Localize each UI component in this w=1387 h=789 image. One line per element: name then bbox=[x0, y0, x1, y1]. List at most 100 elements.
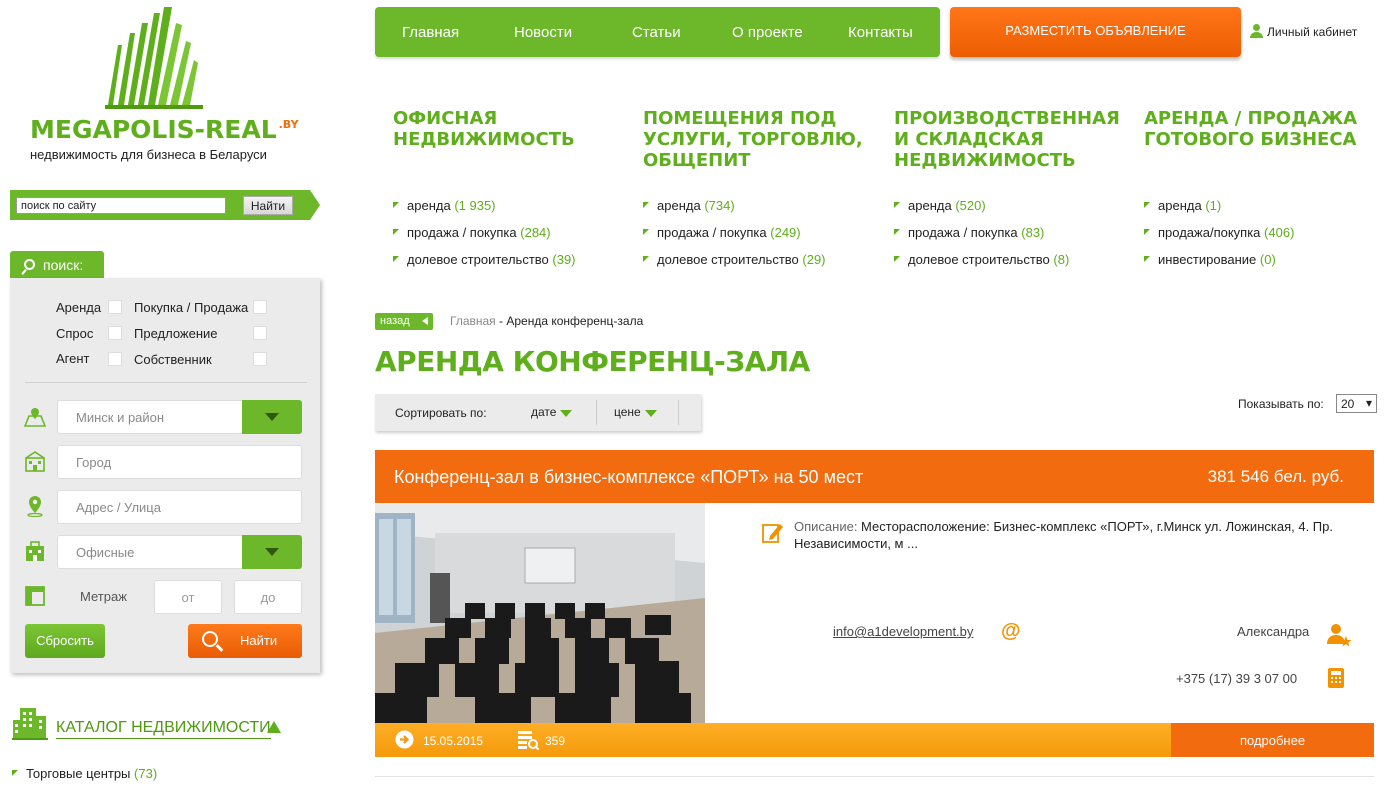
area-label: Метраж bbox=[80, 589, 127, 604]
listing-photo[interactable] bbox=[375, 503, 705, 723]
breadcrumb-separator: - bbox=[495, 314, 507, 328]
site-search-button[interactable]: Найти bbox=[243, 196, 293, 215]
category-link[interactable]: продажа / покупка (249) bbox=[643, 225, 826, 252]
category-link-label: долевое строительство bbox=[908, 252, 1050, 267]
description-text: Месторасположение: Бизнес-комплекс «ПОРТ… bbox=[794, 519, 1333, 551]
logo-wordmark[interactable]: MEGAPOLIS-REAL .BY bbox=[30, 115, 299, 144]
category-link-count: (83) bbox=[1021, 225, 1045, 240]
category-services-retail: ПОМЕЩЕНИЯ ПОД УСЛУГИ, ТОРГОВЛЮ, ОБЩЕПИТ … bbox=[643, 108, 873, 267]
site-search-input[interactable] bbox=[16, 197, 226, 214]
sort-by-price[interactable]: цене bbox=[614, 405, 657, 419]
nav-contacts[interactable]: Контакты bbox=[848, 24, 913, 41]
category-link-count: (1) bbox=[1205, 198, 1222, 213]
listing-title[interactable]: Конференц-зал в бизнес-комплексе «ПОРТ» … bbox=[394, 467, 863, 488]
site-search-bar: Найти bbox=[10, 190, 320, 220]
back-button[interactable]: назад bbox=[375, 313, 433, 330]
category-link-label: продажа / покупка bbox=[908, 225, 1018, 240]
nav-home[interactable]: Главная bbox=[402, 24, 459, 41]
logo-tld: .BY bbox=[278, 118, 299, 131]
city-input-placeholder: Город bbox=[76, 455, 112, 470]
listing-header[interactable]: Конференц-зал в бизнес-комплексе «ПОРТ» … bbox=[375, 450, 1374, 503]
logo-building-icon[interactable] bbox=[100, 5, 210, 113]
category-title[interactable]: АРЕНДА / ПРОДАЖА ГОТОВОГО БИЗНЕСА bbox=[1144, 108, 1374, 150]
breadcrumb-home[interactable]: Главная bbox=[450, 314, 496, 328]
checkbox-demand[interactable] bbox=[108, 326, 122, 340]
category-link[interactable]: долевое строительство (39) bbox=[393, 252, 576, 279]
find-button[interactable]: Найти bbox=[188, 624, 302, 658]
contact-name: Александра bbox=[1237, 624, 1310, 639]
checkbox-label-rent: Аренда bbox=[56, 300, 102, 315]
bullet-icon bbox=[393, 202, 399, 208]
checkbox-offer[interactable] bbox=[253, 326, 267, 340]
search-panel-tab: поиск: bbox=[10, 251, 104, 279]
catalog-item[interactable]: Торговые центры (73) bbox=[12, 766, 157, 781]
nav-news[interactable]: Новости bbox=[514, 24, 572, 41]
arrow-right-circle-icon bbox=[395, 730, 414, 749]
category-link[interactable]: продажа / покупка (83) bbox=[894, 225, 1069, 252]
city-building-icon bbox=[25, 451, 45, 472]
checkbox-owner[interactable] bbox=[253, 352, 267, 366]
sort-by-date[interactable]: дате bbox=[531, 405, 573, 419]
category-link-count: (8) bbox=[1053, 252, 1070, 267]
category-industrial: ПРОИЗВОДСТВЕННАЯ И СКЛАДСКАЯ НЕДВИЖИМОСТ… bbox=[894, 108, 1124, 267]
category-link[interactable]: аренда (1) bbox=[1144, 198, 1294, 225]
bullet-icon bbox=[1144, 202, 1150, 208]
bullet-icon bbox=[643, 202, 649, 208]
category-title[interactable]: ПРОИЗВОДСТВЕННАЯ И СКЛАДСКАЯ НЕДВИЖИМОСТ… bbox=[894, 108, 1124, 171]
category-link-label: инвестирование bbox=[1158, 252, 1257, 267]
description-label: Описание: bbox=[794, 519, 858, 534]
reset-button[interactable]: Сбросить bbox=[25, 624, 105, 658]
region-select[interactable]: Минск и район bbox=[57, 400, 302, 434]
category-link-label: долевое строительство bbox=[657, 252, 799, 267]
chevron-down-icon[interactable] bbox=[242, 535, 302, 569]
category-link[interactable]: долевое строительство (29) bbox=[643, 252, 826, 279]
panel-divider bbox=[25, 382, 307, 383]
nav-about[interactable]: О проекте bbox=[732, 24, 803, 41]
catalog-toggle[interactable]: КАТАЛОГ НЕДВИЖИМОСТИ bbox=[56, 719, 271, 739]
edit-description-icon bbox=[762, 524, 783, 543]
per-page-select[interactable]: 20 bbox=[1336, 394, 1377, 413]
region-select-value: Минск и район bbox=[76, 410, 165, 425]
breadcrumb-current: Аренда конференц-зала bbox=[506, 314, 644, 328]
area-to-placeholder: до bbox=[260, 590, 276, 605]
breadcrumb: Главная - Аренда конференц-зала bbox=[450, 314, 643, 328]
category-link[interactable]: аренда (1 935) bbox=[393, 198, 576, 225]
checkbox-buy-sell[interactable] bbox=[253, 300, 267, 314]
address-input-placeholder: Адрес / Улица bbox=[76, 500, 161, 515]
category-link-count: (1 935) bbox=[454, 198, 496, 213]
details-button[interactable]: подробнее bbox=[1171, 723, 1374, 757]
city-input[interactable]: Город bbox=[57, 445, 302, 479]
search-icon bbox=[24, 259, 35, 270]
area-to-input[interactable]: до bbox=[234, 580, 302, 614]
post-ad-button[interactable]: РАЗМЕСТИТЬ ОБЪЯВЛЕНИЕ bbox=[950, 7, 1241, 57]
property-type-select[interactable]: Офисные bbox=[57, 535, 302, 569]
area-from-input[interactable]: от bbox=[154, 580, 222, 614]
category-title[interactable]: ОФИСНАЯ НЕДВИЖИМОСТЬ bbox=[393, 108, 623, 150]
category-link[interactable]: долевое строительство (8) bbox=[894, 252, 1069, 279]
checkbox-rent[interactable] bbox=[108, 300, 122, 314]
checkbox-label-owner: Собственник bbox=[134, 352, 212, 367]
category-title[interactable]: ПОМЕЩЕНИЯ ПОД УСЛУГИ, ТОРГОВЛЮ, ОБЩЕПИТ bbox=[643, 108, 873, 171]
checkbox-agent[interactable] bbox=[108, 352, 122, 366]
contact-email-link[interactable]: info@a1development.by bbox=[833, 624, 973, 639]
collapse-arrow-icon[interactable] bbox=[267, 721, 281, 733]
category-link-label: продажа / покупка bbox=[657, 225, 767, 240]
category-link[interactable]: инвестирование (0) bbox=[1144, 252, 1294, 279]
category-link-label: продажа / покупка bbox=[407, 225, 517, 240]
listing-separator bbox=[375, 776, 1374, 777]
listing-footer: 15.05.2015 359 bbox=[375, 723, 1171, 757]
listing-views: 359 bbox=[545, 734, 566, 748]
category-link[interactable]: аренда (734) bbox=[643, 198, 826, 225]
sort-price-label: цене bbox=[614, 405, 641, 419]
chevron-down-icon[interactable] bbox=[242, 400, 302, 434]
nav-articles[interactable]: Статьи bbox=[632, 24, 681, 41]
address-input[interactable]: Адрес / Улица bbox=[57, 490, 302, 524]
location-pin-icon bbox=[27, 496, 43, 517]
catalog-buildings-icon bbox=[12, 708, 48, 740]
category-office: ОФИСНАЯ НЕДВИЖИМОСТЬ аренда (1 935) прод… bbox=[393, 108, 623, 267]
category-link[interactable]: продажа / покупка (284) bbox=[393, 225, 576, 252]
personal-account-link[interactable]: Личный кабинет bbox=[1249, 24, 1357, 39]
chevron-down-icon bbox=[644, 410, 657, 417]
category-link[interactable]: аренда (520) bbox=[894, 198, 1069, 225]
category-link[interactable]: продажа/покупка (406) bbox=[1144, 225, 1294, 252]
